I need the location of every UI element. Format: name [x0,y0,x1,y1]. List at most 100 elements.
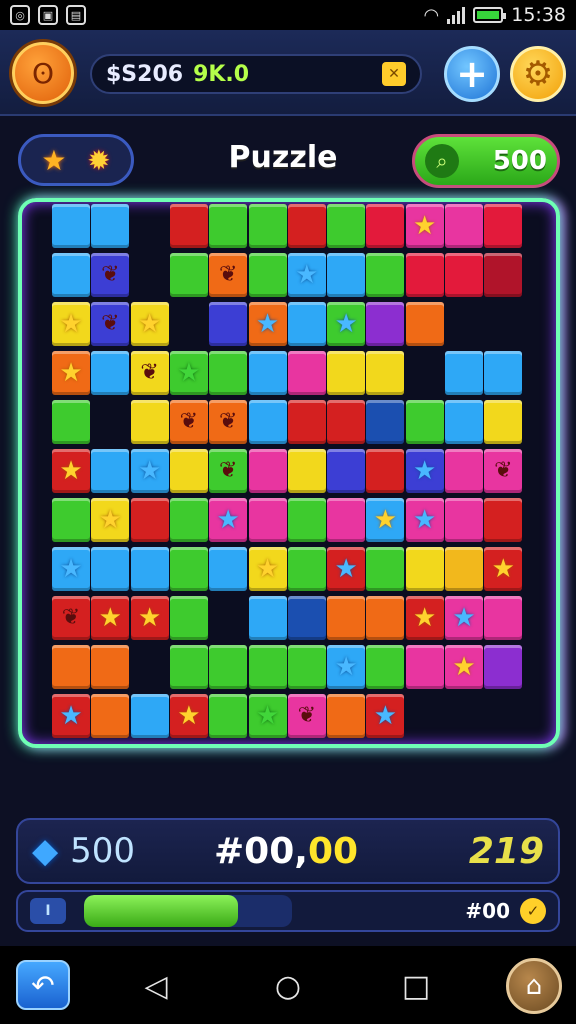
stars-pill[interactable]: ★ ✹ [18,134,134,186]
board-tile[interactable]: ❦ [209,449,248,493]
board-tile[interactable]: ★ [366,498,405,542]
board-tile[interactable]: ★ [327,645,366,689]
home-button[interactable]: ○ [268,966,308,1006]
board-tile[interactable] [366,400,405,444]
board-tile[interactable] [445,351,483,395]
board-tile[interactable] [484,253,523,297]
board-tile[interactable] [366,204,405,248]
board-tile[interactable]: ★ [52,547,90,591]
board-tile[interactable] [445,449,483,493]
board-tile[interactable]: ★ [52,302,90,346]
board-tile[interactable] [484,400,523,444]
board-tile[interactable] [248,645,287,689]
board-tile[interactable]: ★ [169,694,208,738]
board-tile[interactable] [327,449,366,493]
board-tile[interactable] [169,596,208,640]
back-button[interactable]: ◁ [136,966,176,1006]
board-tile[interactable] [405,253,444,297]
board-tile[interactable]: ❦ [91,253,130,297]
board-tile[interactable]: ★ [130,302,169,346]
board-tile[interactable] [445,253,483,297]
board-tile[interactable] [248,351,287,395]
board-tile[interactable] [91,645,130,689]
board-tile[interactable]: ★ [405,204,444,248]
board-tile[interactable] [130,498,169,542]
board-tile[interactable]: ★ [169,351,208,395]
board-tile[interactable]: ★ [445,645,483,689]
board-tile[interactable] [327,400,366,444]
board-tile[interactable]: ❦ [209,400,248,444]
avatar-button[interactable]: ʘ [12,42,74,104]
board-tile[interactable] [52,204,90,248]
board-tile[interactable] [287,547,326,591]
board-tile[interactable]: ❦ [91,302,130,346]
board-tile[interactable] [91,204,130,248]
settings-button[interactable]: ⚙ [510,46,566,102]
board-tile[interactable] [327,694,366,738]
board-tile[interactable] [248,449,287,493]
board-tile[interactable] [209,547,248,591]
board-tile[interactable] [169,547,208,591]
board-tile[interactable] [405,645,444,689]
puzzle-board[interactable]: ★ ❦ ❦ ★ ★ ❦ ★ ★ ★ ★ ❦ ★ ❦ ❦ ★ ★ ❦ ★ ❦ ★ ★ ★ ★ ★ ★ ★ ★ ❦ ★ ★ ★ ★ ★ ★ ★ ★ ★ ❦ ★ [52,204,524,744]
currency-chip-icon[interactable]: ✕ [382,62,406,86]
board-tile[interactable]: ★ [130,449,169,493]
board-tile[interactable] [209,204,248,248]
board-tile[interactable] [209,645,248,689]
board-tile[interactable] [484,351,523,395]
board-tile[interactable] [287,204,326,248]
board-tile[interactable] [52,253,90,297]
board-tile[interactable] [366,645,405,689]
house-button[interactable]: ⌂ [506,958,562,1014]
board-tile[interactable]: ❦ [52,596,90,640]
board-tile[interactable] [327,204,366,248]
board-tile[interactable] [327,498,366,542]
board-tile[interactable] [287,449,326,493]
board-tile[interactable] [327,351,366,395]
recents-button[interactable]: □ [396,966,436,1006]
board-tile[interactable] [248,400,287,444]
board-tile[interactable]: ★ [52,694,90,738]
board-tile[interactable] [327,253,366,297]
board-tile[interactable] [445,547,483,591]
board-tile[interactable] [248,253,287,297]
add-button[interactable]: + [444,46,500,102]
board-tile[interactable] [445,400,483,444]
board-tile[interactable]: ★ [91,596,130,640]
board-tile[interactable] [52,645,90,689]
board-tile[interactable]: ★ [52,351,90,395]
undo-button[interactable]: ↶ [16,960,70,1010]
board-tile[interactable] [130,400,169,444]
board-tile[interactable]: ★ [327,547,366,591]
board-tile[interactable] [52,498,90,542]
board-tile[interactable] [248,204,287,248]
board-tile[interactable]: ★ [405,498,444,542]
board-tile[interactable]: ★ [445,596,483,640]
board-tile[interactable] [405,547,444,591]
board-tile[interactable] [169,645,208,689]
board-tile[interactable] [445,498,483,542]
board-tile[interactable] [287,400,326,444]
board-tile[interactable] [327,596,366,640]
board-tile[interactable]: ★ [52,449,90,493]
board-tile[interactable] [209,351,248,395]
board-tile[interactable] [484,596,523,640]
board-tile[interactable]: ★ [405,596,444,640]
board-tile[interactable] [405,400,444,444]
board-tile[interactable]: ★ [209,498,248,542]
board-tile[interactable] [287,498,326,542]
board-tile[interactable]: ★ [91,498,130,542]
board-tile[interactable] [366,351,405,395]
board-tile[interactable] [169,498,208,542]
board-tile[interactable] [287,645,326,689]
board-tile[interactable] [91,449,130,493]
board-tile[interactable]: ★ [130,596,169,640]
board-tile[interactable]: ❦ [209,253,248,297]
board-tile[interactable] [484,204,523,248]
board-tile[interactable]: ❦ [484,449,523,493]
board-tile[interactable] [405,302,444,346]
board-tile[interactable] [248,498,287,542]
board-tile[interactable]: ★ [366,694,405,738]
score-pill[interactable]: ⌕ 500 [412,134,560,188]
board-tile[interactable] [130,694,169,738]
